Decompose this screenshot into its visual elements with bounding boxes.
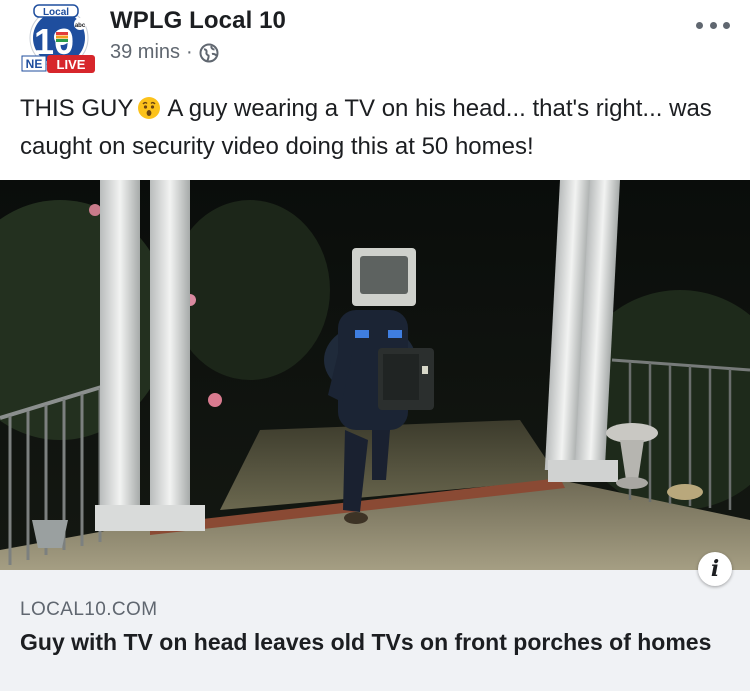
post-text-lead: THIS GUY bbox=[20, 95, 134, 122]
link-preview-card[interactable]: LOCAL10.COM Guy with TV on head leaves o… bbox=[0, 570, 750, 691]
link-domain: LOCAL10.COM bbox=[20, 599, 158, 620]
logo-left-text: NE bbox=[26, 57, 43, 71]
post-text: THIS GUY A guy wearing a TV on his head..… bbox=[20, 92, 735, 164]
more-options-button[interactable] bbox=[696, 18, 730, 32]
more-dot bbox=[696, 21, 703, 29]
astonished-face-emoji bbox=[137, 96, 161, 130]
logo-top-text: Local bbox=[43, 7, 69, 18]
porch-night-scene bbox=[0, 180, 750, 570]
logo-network: abc bbox=[75, 23, 86, 29]
post-header: Local 10 abc NE LIVE WPLG Local 10 39 mi… bbox=[0, 0, 750, 82]
more-dot bbox=[709, 21, 717, 29]
live-badge: LIVE bbox=[57, 57, 86, 72]
more-dot bbox=[723, 21, 730, 29]
post-meta: 39 mins · bbox=[110, 41, 219, 64]
info-icon[interactable]: i bbox=[698, 552, 732, 586]
post-timestamp[interactable]: 39 mins bbox=[110, 41, 180, 64]
link-title[interactable]: Guy with TV on head leaves old TVs on fr… bbox=[20, 627, 730, 657]
globe-icon[interactable] bbox=[199, 43, 219, 63]
local10-logo: Local 10 abc NE LIVE bbox=[21, 4, 95, 73]
page-avatar[interactable]: Local 10 abc NE LIVE bbox=[20, 4, 98, 76]
security-video-photo[interactable] bbox=[0, 180, 750, 570]
page-name[interactable]: WPLG Local 10 bbox=[110, 7, 286, 35]
meta-separator: · bbox=[186, 41, 193, 63]
